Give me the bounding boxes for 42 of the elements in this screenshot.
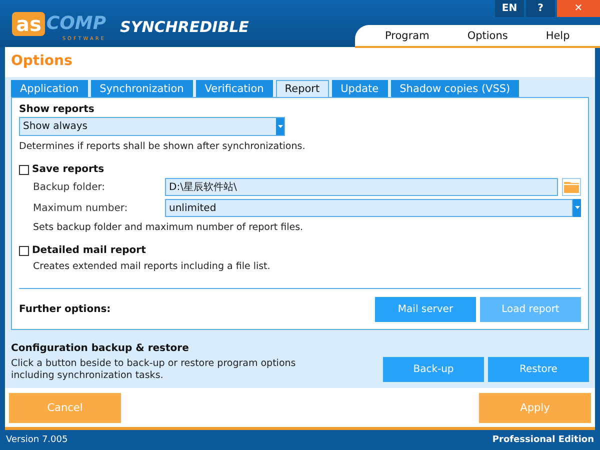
dropdown-caret-icon (278, 124, 282, 129)
section-heading: Configuration backup & restore (11, 342, 190, 354)
menu-item[interactable]: Help (546, 30, 570, 42)
page-title: Options (10, 52, 74, 72)
further-options-label: Further options: (19, 304, 111, 315)
tab[interactable]: Update (332, 80, 388, 98)
dropdown-caret-icon (574, 206, 580, 210)
section-heading: Show reports (19, 104, 96, 116)
field-label: Backup folder: (33, 182, 106, 193)
logo-mark: as (12, 12, 46, 36)
field-label: Maximum number: (33, 202, 129, 214)
tab[interactable]: Verification (196, 80, 273, 98)
backup-folder-field[interactable]: D:\星辰软件站\ (165, 178, 558, 196)
action-button[interactable]: Mail server (375, 296, 476, 322)
description-text: Click a button beside to back-up or restore program options including synchronization tasks. (11, 358, 297, 382)
footer-button[interactable]: Apply (479, 392, 591, 423)
checkbox-label: Save reports (32, 164, 104, 176)
help-button[interactable]: ? (526, 0, 555, 17)
footer-button[interactable]: Cancel (9, 392, 121, 423)
edition-text: Professional Edition (492, 435, 594, 446)
maximum-number-dropdown[interactable]: unlimited (165, 199, 573, 218)
hint-text: Sets backup folder and maximum number of report files. (33, 222, 304, 234)
menu-item[interactable]: Program (385, 30, 430, 42)
close-button[interactable]: ✕ (557, 0, 600, 17)
checkbox[interactable] (19, 164, 29, 175)
tab[interactable]: Shadow copies (VSS) (390, 80, 520, 98)
folder-icon (564, 181, 579, 194)
menu-item[interactable]: Options (467, 30, 508, 42)
logo-word: COMP (46, 14, 106, 34)
tab[interactable]: Application (11, 80, 88, 98)
version-text: Version 7.005 (6, 435, 68, 446)
show-reports-dropdown[interactable]: Show always (19, 117, 285, 136)
tab[interactable]: Synchronization (90, 80, 193, 98)
tab[interactable]: Report (276, 80, 329, 98)
checkbox[interactable] (19, 246, 29, 256)
language-button[interactable]: EN (495, 0, 524, 17)
action-button[interactable]: Restore (488, 357, 589, 382)
product-name: SYNCHREDIBLE (120, 18, 249, 36)
hint-text: Creates extended mail reports including a file list. (33, 261, 272, 272)
hint-text: Determines if reports shall be shown after synchronizations. (19, 141, 306, 152)
checkbox-label: Detailed mail report (32, 245, 146, 256)
action-button[interactable]: Back-up (383, 357, 484, 382)
